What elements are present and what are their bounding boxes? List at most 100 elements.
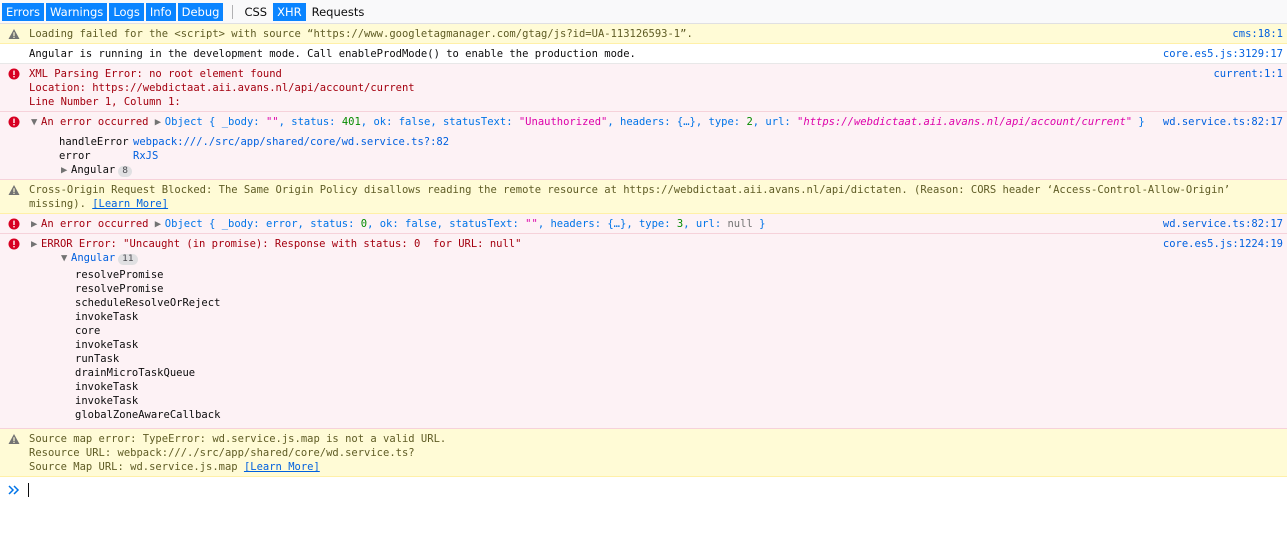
- object-key: , url:: [752, 116, 798, 128]
- stack-group[interactable]: ▶ Angular 8: [61, 163, 1287, 177]
- filter-css-button[interactable]: CSS: [240, 3, 271, 21]
- message-text: ▼ An error occurred ▶ Object { _body: "", …: [31, 115, 1147, 129]
- learn-more-link[interactable]: [Learn More]: [244, 461, 320, 473]
- collapsed-arrow-icon[interactable]: ▶: [155, 115, 165, 129]
- message-line: Location: https://webdictaat.aii.avans.n…: [29, 82, 415, 94]
- message-source-link[interactable]: current:1:1: [1213, 67, 1283, 81]
- group-label: Angular: [71, 164, 116, 176]
- object-prefix: Object { _body: error, status:: [164, 218, 361, 230]
- stack-frame[interactable]: drainMicroTaskQueue: [75, 366, 1287, 380]
- stack-function: error: [59, 150, 91, 162]
- filter-info-button[interactable]: Info: [145, 2, 176, 21]
- stack-frame[interactable]: invokeTask: [75, 380, 1287, 394]
- message-line: XML Parsing Error: no root element found: [29, 68, 282, 80]
- console-message-warning: Cross-Origin Request Blocked: The Same O…: [0, 180, 1287, 214]
- object-key: , url:: [683, 218, 728, 230]
- message-source-link[interactable]: core.es5.js:3129:17: [1163, 47, 1283, 61]
- stack-frame: error RxJS: [59, 149, 1287, 163]
- toolbar-separator: [232, 4, 234, 19]
- object-key: , headers: {…}, type:: [537, 218, 677, 230]
- console-message-warning: Loading failed for the <script> with sou…: [0, 24, 1287, 44]
- double-chevron-right-icon: [8, 485, 20, 495]
- stack-frame-list: resolvePromise resolvePromise scheduleRe…: [75, 268, 1287, 422]
- stack-frame[interactable]: scheduleResolveOrReject: [75, 296, 1287, 310]
- filter-warnings-button[interactable]: Warnings: [46, 2, 108, 21]
- message-text: ▶ An error occurred ▶ Object { _body: erro…: [31, 217, 1147, 231]
- object-preview[interactable]: Object { _body: "", status: 401, ok: fal…: [165, 116, 1145, 128]
- message-line: Cross-Origin Request Blocked: The Same O…: [29, 184, 1237, 210]
- message-source-link[interactable]: wd.service.ts:82:17: [1163, 115, 1283, 129]
- stack-source-link[interactable]: webpack:///./src/app/shared/core/wd.serv…: [133, 136, 449, 148]
- warning-triangle-icon: [8, 434, 20, 444]
- filter-logs-button[interactable]: Logs: [109, 2, 144, 21]
- group-count-badge: 11: [118, 254, 138, 265]
- group-label: Angular: [71, 252, 116, 264]
- object-value: null: [727, 218, 753, 230]
- object-key: , headers: {…}, type:: [607, 116, 747, 128]
- stack-frame[interactable]: runTask: [75, 352, 1287, 366]
- message-line: Source Map URL: wd.service.js.map [Learn…: [29, 460, 1147, 474]
- object-suffix: }: [752, 218, 766, 230]
- message-text: Loading failed for the <script> with sou…: [29, 28, 693, 40]
- stack-frame[interactable]: core: [75, 324, 1287, 338]
- object-value: false: [405, 218, 437, 230]
- console-input[interactable]: [0, 477, 1287, 503]
- stack-frame[interactable]: resolvePromise: [75, 268, 1287, 282]
- object-value: "Unauthorized": [518, 116, 608, 128]
- stack-frame[interactable]: invokeTask: [75, 394, 1287, 408]
- text-caret: [28, 483, 29, 497]
- object-key: , statusText:: [436, 218, 526, 230]
- console-message-log: Angular is running in the development mo…: [0, 44, 1287, 64]
- object-key: , ok:: [360, 116, 399, 128]
- message-source-link[interactable]: cms:18:1: [1232, 27, 1283, 41]
- message-line-prefix: Source Map URL: wd.service.js.map: [29, 461, 244, 473]
- object-value: 401: [341, 116, 361, 128]
- console-filter-toolbar: Errors Warnings Logs Info Debug CSS XHR …: [0, 0, 1287, 24]
- stack-group[interactable]: ▼ Angular 11: [61, 251, 1287, 265]
- group-count-badge: 8: [118, 166, 132, 177]
- object-preview[interactable]: Object { _body: error, status: 0, ok: fa…: [165, 218, 766, 230]
- collapsed-arrow-icon[interactable]: ▶: [31, 217, 41, 231]
- message-line: ERROR Error: "Uncaught (in promise): Res…: [41, 238, 522, 250]
- object-value: "": [265, 116, 279, 128]
- error-circle-icon: [8, 116, 20, 128]
- collapsed-arrow-icon[interactable]: ▶: [31, 237, 41, 251]
- message-source-link[interactable]: core.es5.js:1224:19: [1163, 237, 1283, 251]
- console-message-error: XML Parsing Error: no root element found…: [0, 64, 1287, 112]
- message-line: Resource URL: webpack:///./src/app/share…: [29, 447, 415, 459]
- message-text: Source map error: TypeError: wd.service.…: [29, 432, 1147, 474]
- object-key: , statusText:: [430, 116, 519, 128]
- message-label: An error occurred: [41, 116, 149, 128]
- error-circle-icon: [8, 238, 20, 250]
- object-value: "https://webdictaat.aii.avans.nl/api/acc…: [797, 116, 1133, 128]
- stack-function: handleError: [59, 136, 129, 148]
- console-message-warning: Source map error: TypeError: wd.service.…: [0, 429, 1287, 477]
- filter-debug-button[interactable]: Debug: [177, 2, 224, 21]
- expanded-arrow-icon[interactable]: ▼: [61, 251, 71, 265]
- stack-source-link[interactable]: RxJS: [133, 150, 158, 162]
- filter-requests-button[interactable]: Requests: [308, 3, 369, 21]
- stack-frame[interactable]: globalZoneAwareCallback: [75, 408, 1287, 422]
- object-prefix: Object { _body:: [164, 116, 266, 128]
- object-suffix: }: [1132, 116, 1145, 128]
- error-circle-icon: [8, 68, 20, 80]
- collapsed-arrow-icon[interactable]: ▶: [61, 163, 71, 177]
- object-key: , status:: [278, 116, 342, 128]
- stack-frame[interactable]: resolvePromise: [75, 282, 1287, 296]
- console-message-error: ▶ ERROR Error: "Uncaught (in promise): Re…: [0, 234, 1287, 429]
- console-message-error: ▶ An error occurred ▶ Object { _body: erro…: [0, 214, 1287, 234]
- stack-frame: handleError webpack:///./src/app/shared/c…: [59, 135, 1287, 149]
- collapsed-arrow-icon[interactable]: ▶: [155, 217, 165, 231]
- message-source-link[interactable]: wd.service.ts:82:17: [1163, 217, 1283, 231]
- warning-triangle-icon: [8, 185, 20, 195]
- message-text: Cross-Origin Request Blocked: The Same O…: [29, 183, 1281, 211]
- learn-more-link[interactable]: [Learn More]: [92, 198, 168, 210]
- expanded-arrow-icon[interactable]: ▼: [31, 115, 41, 129]
- warning-triangle-icon: [8, 29, 20, 39]
- stack-frame[interactable]: invokeTask: [75, 338, 1287, 352]
- filter-xhr-button[interactable]: XHR: [273, 2, 306, 21]
- message-text: ▶ ERROR Error: "Uncaught (in promise): Re…: [31, 237, 1147, 251]
- filter-errors-button[interactable]: Errors: [2, 2, 45, 21]
- stack-frame[interactable]: invokeTask: [75, 310, 1287, 324]
- object-key: , ok:: [367, 218, 406, 230]
